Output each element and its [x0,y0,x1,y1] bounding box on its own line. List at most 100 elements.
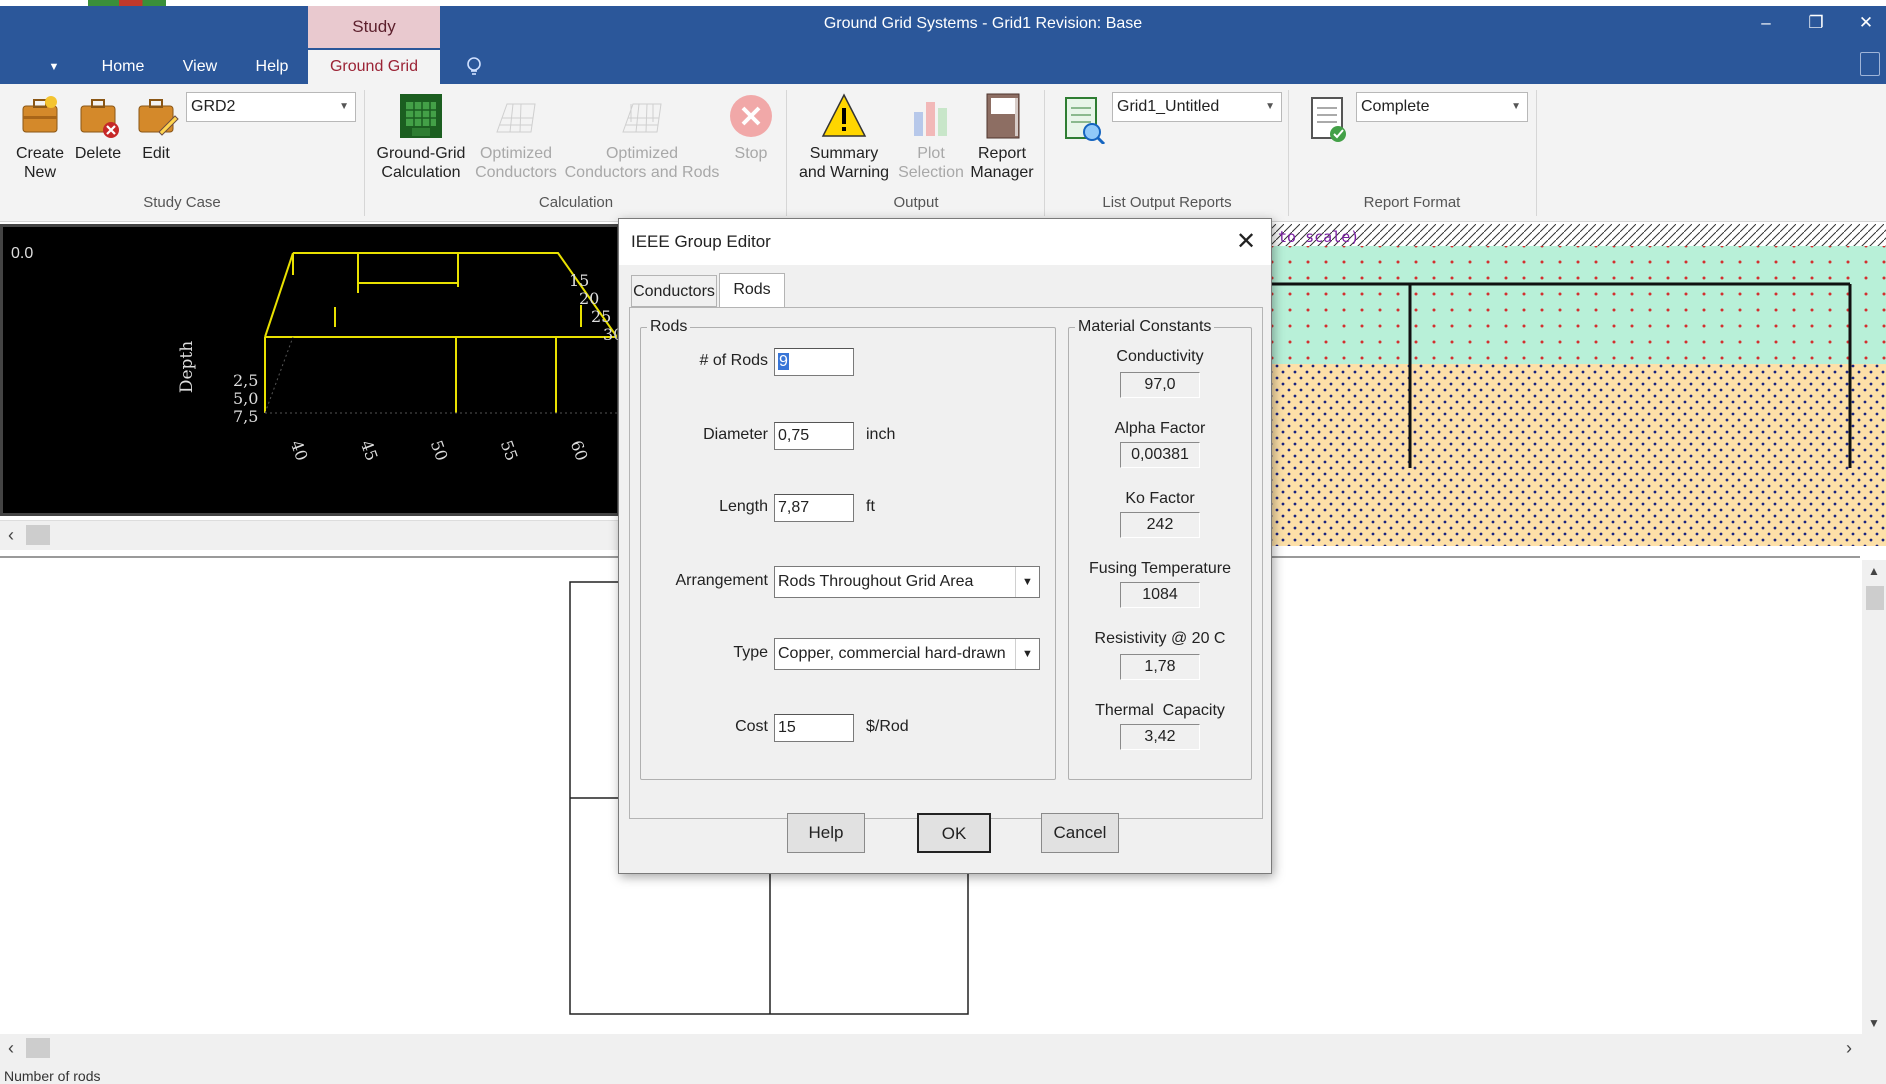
tab-home[interactable]: Home [92,50,154,84]
ribbon-separator [364,90,365,216]
diameter-unit: inch [866,426,896,443]
tab-rods[interactable]: Rods [719,273,785,307]
rods-groupbox: Rods [640,318,1056,780]
close-window-button[interactable]: ✕ [1848,10,1884,36]
arrangement-value: Rods Throughout Grid Area [778,573,974,590]
ko-factor-value: 242 [1120,512,1200,538]
scale-note: to scale) [1278,228,1360,246]
length-input[interactable]: 7,87 [774,494,854,522]
plot-selection-button[interactable]: Plot Selection [894,92,968,182]
cost-label: Cost [735,718,768,735]
ground-grid-calculation-label: Ground-Grid Calculation [376,145,466,181]
type-label: Type [733,644,768,661]
num-rods-label: # of Rods [699,352,768,369]
delete-button[interactable]: Delete [72,92,124,163]
window-title: Ground Grid Systems - Grid1 Revision: Ba… [823,15,1143,32]
ribbon-separator [1044,90,1045,216]
report-format-group-label: Report Format [1363,194,1461,211]
ko-factor-label: Ko Factor [1125,490,1195,507]
dialog-close-icon[interactable]: ✕ [1231,227,1261,257]
y-tick: 25 [591,307,612,326]
optimize-grid-icon [493,92,539,140]
cost-unit: $/Rod [866,718,909,735]
tab-conductors[interactable]: Conductors [631,275,717,307]
alpha-factor-label: Alpha Factor [1114,420,1206,437]
optimized-conductors-rods-label: Optimized Conductors and Rods [564,145,720,181]
num-rods-input[interactable]: 9 [774,348,854,376]
report-format-value: Complete [1361,98,1430,115]
calculation-group-label: Calculation [538,194,614,211]
cost-input[interactable]: 15 [774,714,854,742]
diameter-input[interactable]: 0,75 [774,422,854,450]
ribbon-separator [1288,90,1289,216]
optimized-conductors-label: Optimized Conductors [475,145,557,181]
num-rods-value: 9 [778,353,789,370]
optimized-conductors-button[interactable]: Optimized Conductors [472,92,560,182]
scroll-up-icon[interactable]: ▲ [1868,564,1880,578]
edit-button[interactable]: Edit [128,92,184,163]
vertical-scrollbar[interactable]: ▲ ▼ [1862,560,1886,1036]
chevron-down-icon: ▼ [339,101,349,112]
help-button[interactable]: Help [787,813,865,853]
alpha-factor-value: 0,00381 [1120,442,1200,468]
minimize-button[interactable]: – [1748,10,1784,36]
study-case-group-label: Study Case [143,194,221,211]
material-constants-legend: Material Constants [1078,318,1212,335]
report-book-icon [979,92,1025,140]
depth-tick: 7,5 [233,407,259,426]
restore-button[interactable]: ❐ [1798,10,1834,36]
report-list-icon[interactable] [1060,94,1106,146]
scroll-right-icon[interactable]: › [1846,1038,1852,1059]
tab-help[interactable]: Help [246,50,298,84]
optimized-conductors-rods-button[interactable]: Optimized Conductors and Rods [562,92,722,182]
stop-label: Stop [734,145,768,162]
output-report-select[interactable]: Grid1_Untitled ▼ [1112,92,1282,122]
resistivity-value: 1,78 [1120,654,1200,680]
y-tick: 20 [579,289,600,308]
ok-button[interactable]: OK [917,813,991,853]
quick-access-dropdown[interactable]: ▼ [44,50,64,84]
grid-3d-view[interactable]: 0.0 Depth 2,5 5,0 7,5 40 45 50 55 60 15 … [0,224,623,516]
grid-toggle-icon[interactable] [1860,52,1880,76]
fusing-temperature-label: Fusing Temperature [1089,560,1231,577]
warning-icon [821,92,867,140]
horizontal-scrollbar-3d[interactable]: ‹ [0,520,620,550]
type-select[interactable]: Copper, commercial hard-drawn ▼ [774,638,1040,670]
optimize-rods-icon [619,92,665,140]
depth-axis-label: Depth [177,340,198,394]
list-output-reports-group-label: List Output Reports [1102,194,1232,211]
report-format-icon[interactable] [1306,94,1352,144]
soil-cross-section[interactable]: to scale) [1268,224,1886,546]
conductivity-value: 97,0 [1120,372,1200,398]
stop-button[interactable]: Stop [724,92,778,163]
edit-label: Edit [142,145,170,162]
create-new-button[interactable]: Create New [10,92,70,182]
thermal-capacity-value: 3,42 [1120,724,1200,750]
tab-view[interactable]: View [174,50,226,84]
summary-warning-label: Summary and Warning [798,145,890,181]
depth-tick: 2,5 [233,371,259,390]
study-case-select[interactable]: GRD2 ▼ [186,92,356,122]
resistivity-label: Resistivity @ 20 C [1094,630,1226,647]
scroll-thumb[interactable] [1866,586,1884,610]
scroll-down-icon[interactable]: ▼ [1868,1016,1880,1030]
ieee-group-editor-dialog: IEEE Group Editor ✕ Conductors Rods Rods… [618,218,1272,874]
scroll-thumb[interactable] [26,1038,50,1058]
grid-calc-icon [398,92,444,140]
cancel-button[interactable]: Cancel [1041,813,1119,853]
lightbulb-icon[interactable] [462,50,486,84]
scroll-left-icon[interactable]: ‹ [8,525,14,546]
rods-tab-pane: Rods # of Rods 9 Diameter 0,75 inch Leng… [629,307,1263,819]
arrangement-select[interactable]: Rods Throughout Grid Area ▼ [774,566,1040,598]
summary-warning-button[interactable]: Summary and Warning [796,92,892,182]
scroll-left-icon[interactable]: ‹ [8,1038,14,1059]
type-value: Copper, commercial hard-drawn [778,645,1006,662]
tab-ground-grid[interactable]: Ground Grid [308,50,440,84]
scroll-thumb[interactable] [26,525,50,545]
ground-grid-calculation-button[interactable]: Ground-Grid Calculation [374,92,468,182]
briefcase-edit-icon [133,92,179,140]
chevron-down-icon: ▼ [1015,567,1039,597]
report-format-select[interactable]: Complete ▼ [1356,92,1528,122]
report-manager-button[interactable]: Report Manager [968,92,1036,182]
horizontal-scrollbar-plan[interactable]: ‹ › [0,1034,1886,1064]
